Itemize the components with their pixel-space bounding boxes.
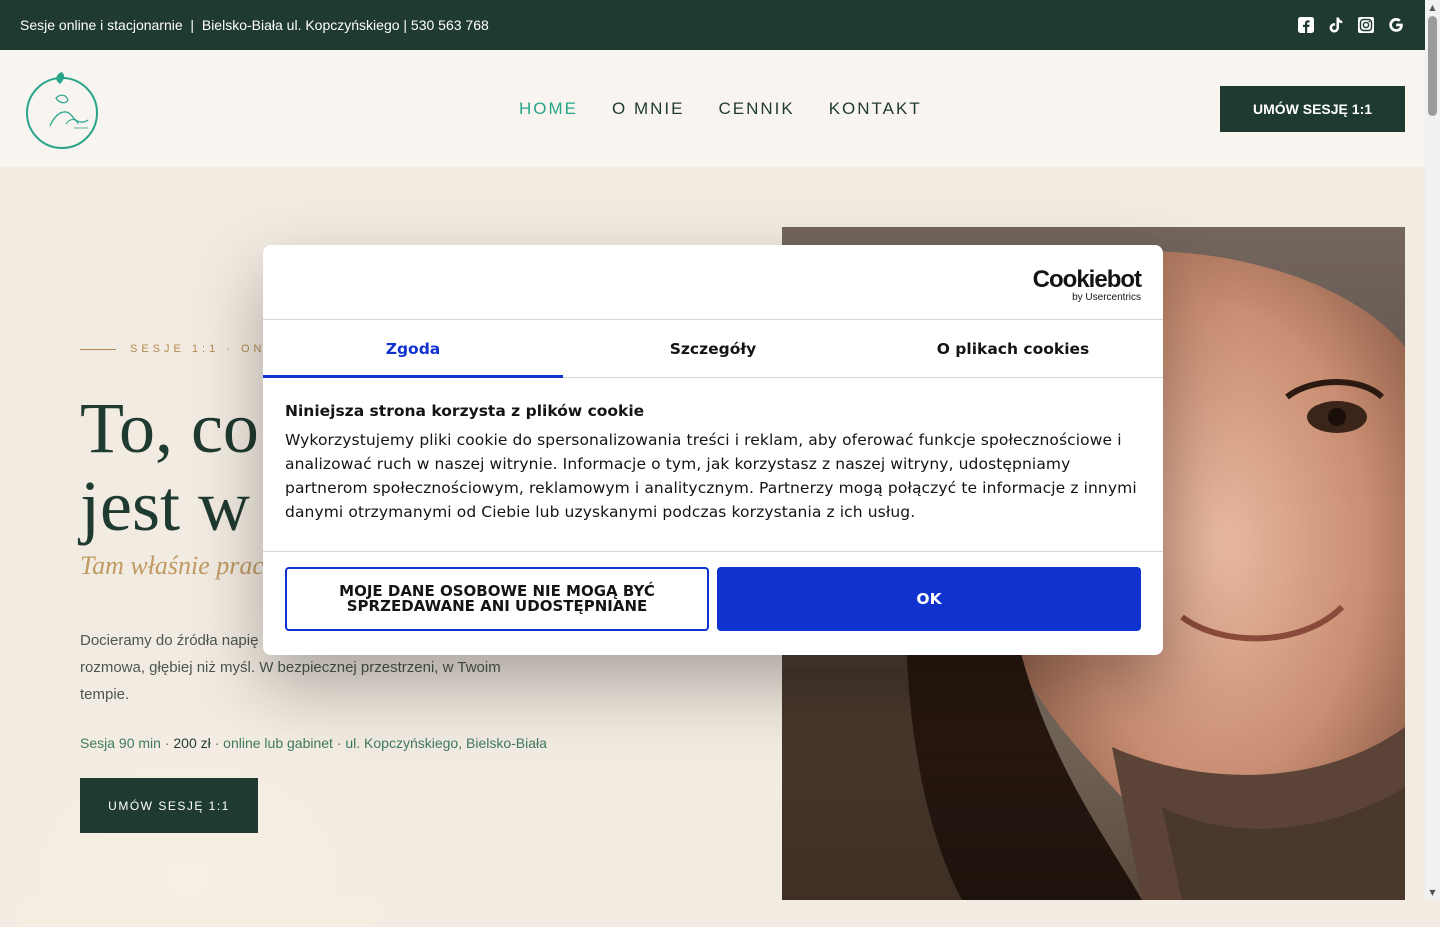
tab-details[interactable]: Szczegóły xyxy=(563,320,863,377)
topbar-sessions: Sesje online i stacjonarnie xyxy=(20,17,183,33)
nav-contact[interactable]: KONTAKT xyxy=(829,99,922,119)
facebook-icon[interactable] xyxy=(1297,16,1315,34)
hero-meta: Sesja 90 min · 200 zł · online lub gabin… xyxy=(80,735,547,751)
cookie-dialog-body: Niniejsza strona korzysta z plików cooki… xyxy=(263,378,1163,552)
cookie-tabs: Zgoda Szczegóły O plikach cookies xyxy=(263,320,1163,378)
site-header: HOME O MNIE CENNIK KONTAKT UMÓW SESJĘ 1:… xyxy=(0,50,1425,167)
cookie-text: Wykorzystujemy pliki cookie do spersonal… xyxy=(285,431,1137,521)
main-nav: HOME O MNIE CENNIK KONTAKT xyxy=(519,50,922,167)
scroll-thumb[interactable] xyxy=(1428,16,1437,116)
hero-desc-rest: rozmowa, głębiej niż myśl. W bezpiecznej… xyxy=(80,659,501,703)
nav-pricing[interactable]: CENNIK xyxy=(718,99,794,119)
topbar-separator: | xyxy=(182,17,202,33)
page-scrollbar[interactable]: ▲ ▼ xyxy=(1425,0,1440,900)
hero-title-line1: To, co xyxy=(80,388,259,468)
eyebrow-line xyxy=(80,348,116,350)
meta-session: Sesja 90 min · xyxy=(80,735,174,751)
google-icon[interactable] xyxy=(1387,16,1405,34)
meta-price: 200 zł xyxy=(173,735,211,751)
site-logo[interactable] xyxy=(26,68,98,150)
instagram-icon[interactable] xyxy=(1357,16,1375,34)
nav-about[interactable]: O MNIE xyxy=(612,99,684,119)
cookie-dialog-header: Cookiebot by Usercentrics xyxy=(263,245,1163,320)
accept-ok-button[interactable]: OK xyxy=(717,567,1141,631)
cookie-heading: Niniejsza strona korzysta z plików cooki… xyxy=(285,402,645,420)
meta-location: · online lub gabinet · ul. Kopczyńskiego… xyxy=(210,735,547,751)
cookiebot-logo: Cookiebot by Usercentrics xyxy=(1032,266,1142,303)
scroll-up-arrow-icon[interactable]: ▲ xyxy=(1428,3,1437,12)
nav-home[interactable]: HOME xyxy=(519,99,578,119)
cookiebot-brand: Cookiebot xyxy=(1032,266,1142,293)
top-bar: Sesje online i stacjonarnie | Bielsko-Bi… xyxy=(0,0,1425,50)
cookie-actions: MOJE DANE OSOBOWE NIE MOGĄ BYĆ SPRZEDAWA… xyxy=(263,552,1163,646)
hero-subtitle: Tam właśnie pracu xyxy=(80,551,277,580)
hero-book-button[interactable]: UMÓW SESJĘ 1:1 xyxy=(80,778,258,833)
deny-sale-button[interactable]: MOJE DANE OSOBOWE NIE MOGĄ BYĆ SPRZEDAWA… xyxy=(285,567,709,631)
hero-title-line2: jest w xyxy=(80,466,250,546)
social-links xyxy=(1297,16,1405,34)
scroll-down-arrow-icon[interactable]: ▼ xyxy=(1428,888,1437,897)
book-session-button[interactable]: UMÓW SESJĘ 1:1 xyxy=(1220,86,1405,132)
topbar-info: Sesje online i stacjonarnie | Bielsko-Bi… xyxy=(20,17,489,33)
tiktok-icon[interactable] xyxy=(1327,16,1345,34)
tab-consent[interactable]: Zgoda xyxy=(263,320,563,378)
cookiebot-by: by Usercentrics xyxy=(1072,292,1141,303)
tab-about-cookies[interactable]: O plikach cookies xyxy=(863,320,1163,377)
topbar-address: Bielsko-Biała ul. Kopczyńskiego | 530 56… xyxy=(201,17,489,33)
hero-desc-line1: Docieramy do źródła napię xyxy=(80,632,259,649)
cookie-consent-dialog: Cookiebot by Usercentrics Zgoda Szczegół… xyxy=(263,245,1163,655)
